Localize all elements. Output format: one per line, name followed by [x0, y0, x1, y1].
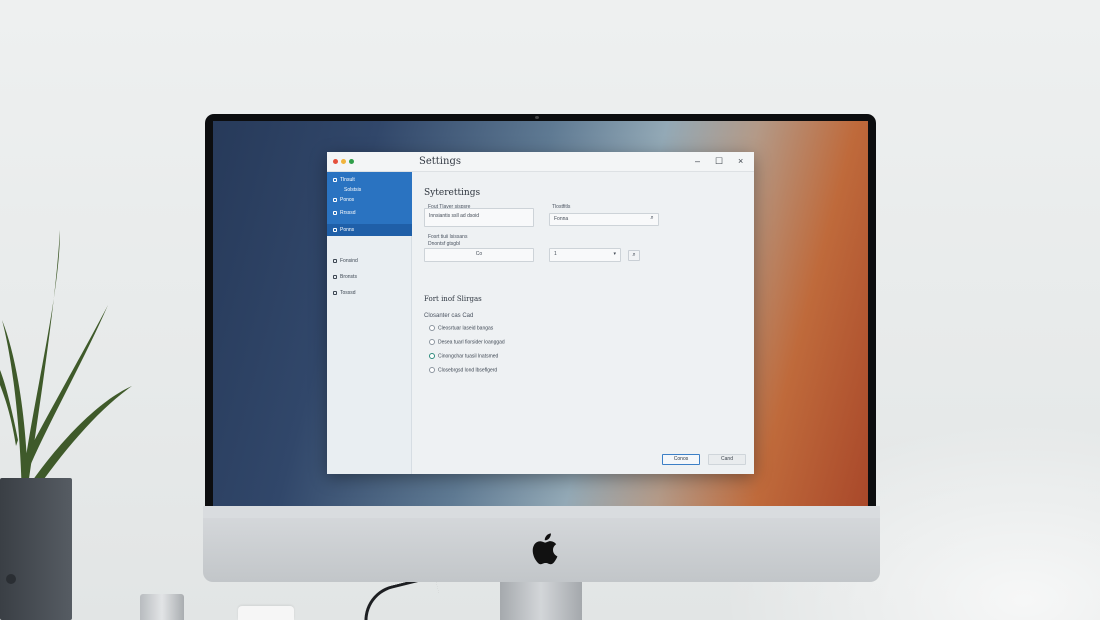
radio-option-3[interactable]: Cinongchar tuasil lnatsmed	[429, 353, 498, 359]
field2-label: Tlostfitls	[552, 204, 571, 210]
radio-button[interactable]	[429, 325, 435, 331]
lock-icon	[333, 290, 337, 295]
settings-window: Settings – ☐ × Tlnsult Solstsis Ponos Rr…	[327, 152, 754, 474]
dropdown-action-button[interactable]: ⌕	[628, 250, 640, 261]
window-title: Settings	[419, 156, 461, 167]
sidebar-item-label: Fonsind	[340, 258, 358, 264]
dropdown-select[interactable]: 1 ▾	[549, 248, 621, 262]
grid-icon	[333, 210, 337, 215]
primary-button[interactable]: Conos	[662, 454, 700, 465]
secondary-button[interactable]: Cand	[708, 454, 746, 465]
monitor-stand	[500, 582, 582, 620]
field2-input[interactable]: Fonna	[549, 213, 659, 226]
section-title: Syterettings	[424, 188, 481, 198]
radio-label: Closebrgsd lond lbseflgerd	[438, 367, 498, 374]
radio-button[interactable]	[429, 367, 435, 373]
sidebar-item-2[interactable]: Solstsis	[344, 187, 361, 193]
white-mug	[238, 606, 294, 620]
radio-option-2[interactable]: Desea tuarl fiorsider loanggad	[429, 339, 505, 345]
sidebar-item-8[interactable]: Tosssd	[333, 290, 356, 296]
minimize-icon[interactable]: –	[695, 156, 700, 166]
sidebar-item-5-active[interactable]: Ponns	[327, 224, 412, 236]
search-icon[interactable]: ⌕	[646, 214, 658, 225]
sidebar-item-label: Ponos	[340, 197, 355, 203]
radio-option-4[interactable]: Closebrgsd lond lbseflgerd	[429, 367, 497, 373]
chevron-down-icon: ▾	[613, 251, 616, 257]
sidebar-item-6[interactable]: Fonsind	[333, 258, 358, 264]
speaker	[0, 478, 72, 620]
field3-input[interactable]: Co	[424, 248, 534, 262]
field3-label: Fosrt tiuii lsissans	[428, 234, 468, 240]
zoom-dot-icon[interactable]	[349, 159, 354, 164]
sidebar-item-7[interactable]: Bronsts	[333, 274, 357, 280]
monitor-camera	[535, 116, 539, 119]
gear-icon	[333, 227, 337, 232]
close-dot-icon[interactable]	[333, 159, 338, 164]
speaker-grill	[6, 574, 16, 584]
user-icon	[333, 258, 337, 263]
radio-button-selected[interactable]	[429, 353, 435, 359]
minimize-dot-icon[interactable]	[341, 159, 346, 164]
sidebar-item-3[interactable]: Ponos	[333, 197, 354, 203]
radio-label: Cinongchar tuasil lnatsmed	[438, 353, 499, 360]
metal-cup	[140, 594, 184, 620]
close-icon[interactable]: ×	[738, 156, 743, 166]
sidebar-item-4[interactable]: Rrsssd	[333, 210, 356, 216]
dropdown-value: 1	[554, 251, 557, 257]
apple-logo-icon	[532, 533, 558, 565]
folder-icon	[333, 197, 337, 202]
radio-option-1[interactable]: Cleosrtuar laseid bangas	[429, 325, 493, 331]
radio-label: Cleosrtuar laseid bangas	[438, 325, 494, 332]
field3-sublabel: Dnontsf gtsgbl	[428, 241, 460, 247]
sidebar-item-1[interactable]: Tlnsult	[333, 177, 355, 183]
sidebar-item-label: Solstsis	[344, 187, 362, 193]
sidebar-item-label: Bronsts	[340, 274, 357, 280]
main-content: Syterettings Fout Tlaver sispsre Innsian…	[413, 172, 754, 474]
sidebar: Tlnsult Solstsis Ponos Rrsssd Ponns Fons…	[327, 172, 412, 474]
radio-button[interactable]	[429, 339, 435, 345]
plant-decoration	[0, 230, 132, 500]
options-label: Closanter cas Cad	[424, 313, 474, 319]
subsection-title: Fort inof Slirgas	[424, 295, 482, 303]
sidebar-item-label: Ponns	[340, 227, 355, 233]
sidebar-item-label: Tosssd	[340, 290, 356, 296]
radio-label: Desea tuarl fiorsider loanggad	[438, 339, 505, 346]
sidebar-item-label: Tlnsult	[340, 177, 355, 183]
maximize-icon[interactable]: ☐	[715, 156, 723, 166]
document-icon	[333, 177, 337, 182]
display-icon	[333, 274, 337, 279]
sidebar-item-label: Rrsssd	[340, 210, 356, 216]
title-bar: Settings – ☐ ×	[327, 152, 754, 172]
field1-input[interactable]: Innsiantis ssll ad dsoid	[424, 208, 534, 227]
